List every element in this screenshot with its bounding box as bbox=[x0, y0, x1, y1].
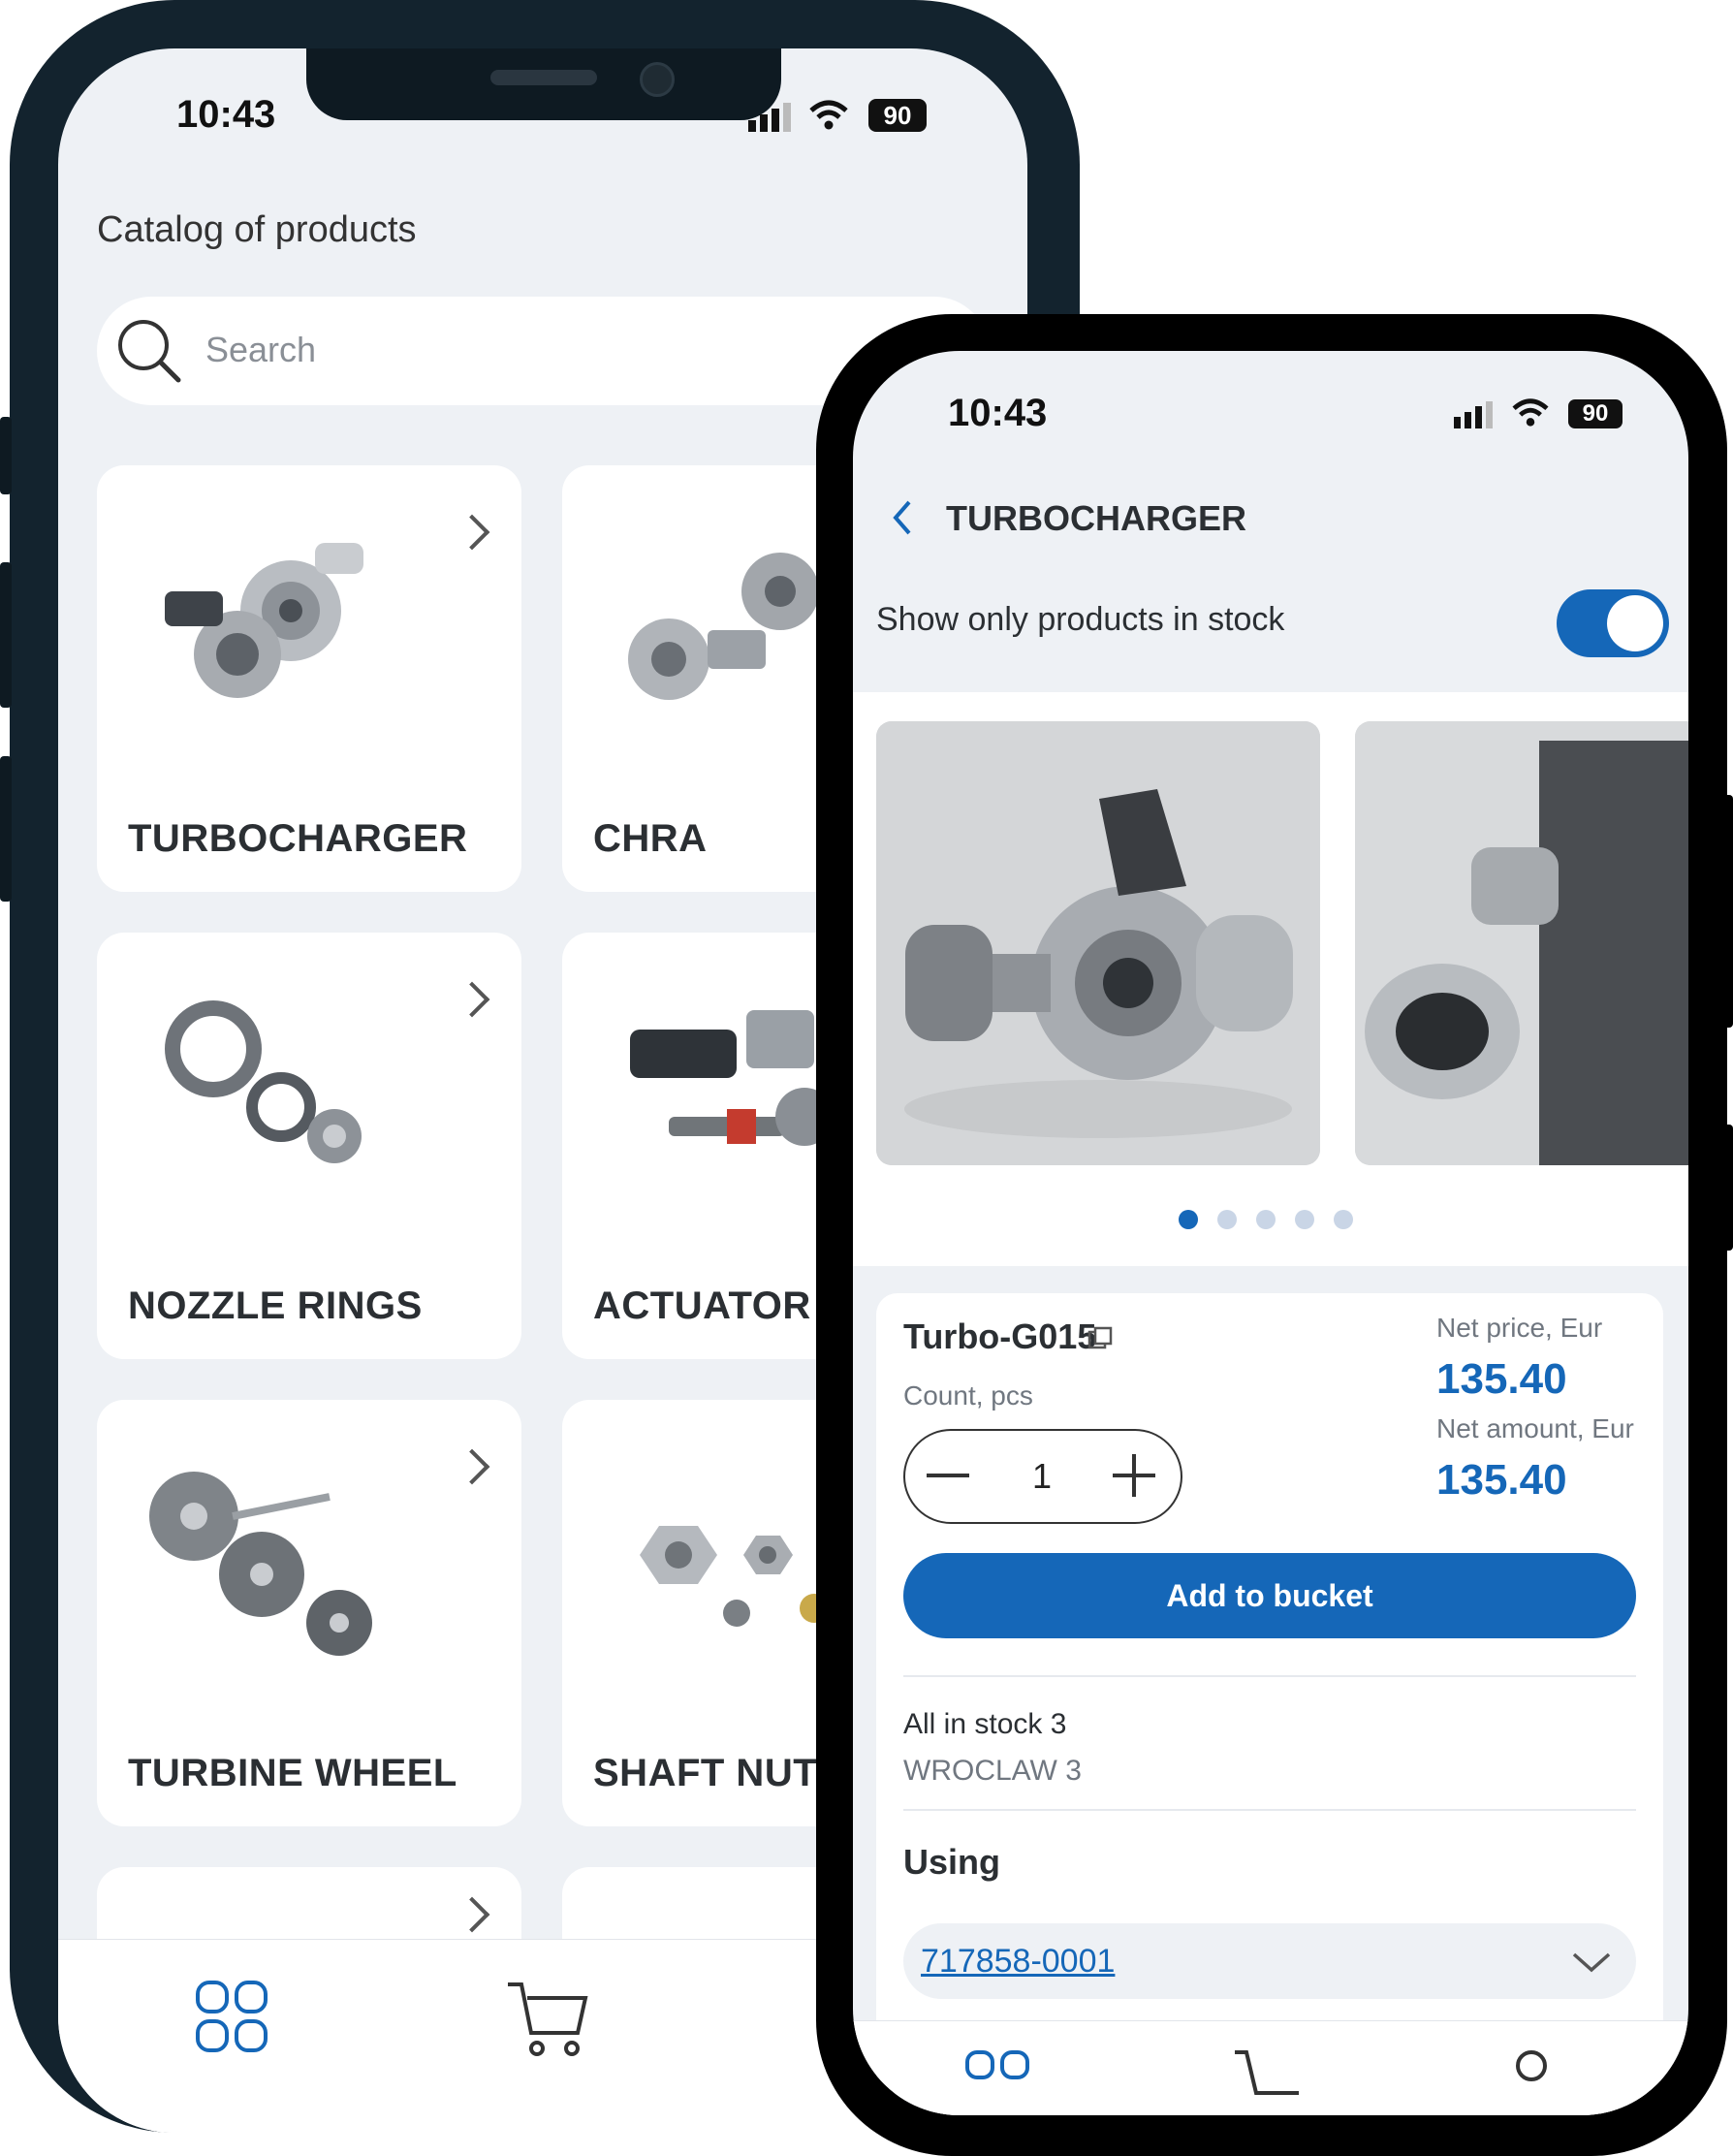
product-gallery bbox=[853, 692, 1688, 1266]
category-label: NOZZLE RINGS bbox=[128, 1284, 423, 1327]
minus-icon[interactable] bbox=[927, 1474, 969, 1477]
stock-total: All in stock 3 bbox=[903, 1708, 1067, 1740]
cart-icon[interactable] bbox=[504, 1975, 591, 2062]
product-screen: 10:43 90 TURBOCHARGER Show only products… bbox=[853, 351, 1688, 2115]
phone-side-button bbox=[1721, 795, 1733, 1028]
battery-icon: 90 bbox=[1568, 399, 1623, 428]
carousel-dot[interactable] bbox=[1217, 1210, 1237, 1229]
net-price-label: Net price, Eur bbox=[1436, 1313, 1603, 1343]
category-label: TURBOCHARGER bbox=[128, 817, 468, 860]
phone-side-button bbox=[0, 417, 12, 494]
phone-side-button bbox=[1721, 1125, 1733, 1251]
status-time: 10:43 bbox=[948, 392, 1048, 434]
stock-filter-toggle[interactable] bbox=[1557, 589, 1669, 657]
category-label: SHAFT NUT bbox=[593, 1752, 818, 1794]
carousel-dot[interactable] bbox=[1295, 1210, 1314, 1229]
quantity-stepper: 1 bbox=[903, 1429, 1182, 1524]
product-image[interactable] bbox=[876, 721, 1320, 1165]
carousel-dot[interactable] bbox=[1256, 1210, 1276, 1229]
using-item-link[interactable]: 717858-0001 bbox=[921, 1943, 1115, 1981]
category-label: TURBINE WHEEL bbox=[128, 1752, 457, 1794]
wifi-icon bbox=[809, 99, 848, 132]
chevron-right-icon bbox=[454, 981, 490, 1018]
search-icon bbox=[114, 316, 184, 386]
product-image[interactable] bbox=[1355, 721, 1688, 1165]
category-label: CHRA bbox=[593, 817, 708, 860]
notch bbox=[306, 48, 781, 120]
turbocharger-image bbox=[145, 523, 378, 717]
battery-icon: 90 bbox=[868, 99, 927, 132]
phone-side-button bbox=[0, 562, 12, 708]
quantity-value[interactable]: 1 bbox=[1027, 1456, 1056, 1497]
add-to-bucket-button[interactable]: Add to bucket bbox=[903, 1553, 1636, 1638]
nozzle-rings-image bbox=[155, 1000, 388, 1194]
profile-icon[interactable] bbox=[1512, 2046, 1551, 2085]
grid-icon[interactable] bbox=[963, 2048, 1031, 2115]
phone-side-button bbox=[0, 756, 12, 902]
category-card-turbocharger[interactable]: TURBOCHARGER bbox=[97, 465, 521, 892]
using-item[interactable]: 717858-0001 bbox=[903, 1923, 1636, 1999]
screen-title: TURBOCHARGER bbox=[946, 498, 1246, 538]
chevron-right-icon bbox=[454, 1448, 490, 1485]
chevron-right-icon bbox=[454, 514, 490, 551]
chevron-right-icon bbox=[454, 1896, 490, 1933]
category-card-nozzle-rings[interactable]: NOZZLE RINGS bbox=[97, 933, 521, 1359]
grid-icon[interactable] bbox=[194, 1979, 271, 2056]
wifi-icon bbox=[1512, 397, 1549, 428]
status-time: 10:43 bbox=[176, 93, 276, 136]
cart-icon[interactable] bbox=[1231, 2045, 1308, 2103]
search-input[interactable]: Search bbox=[205, 330, 316, 370]
net-amount-value: 135.40 bbox=[1436, 1456, 1567, 1504]
signal-icon bbox=[1454, 401, 1497, 428]
stock-filter-label: Show only products in stock bbox=[876, 601, 1285, 638]
using-title: Using bbox=[903, 1842, 1001, 1882]
carousel-dot[interactable] bbox=[1179, 1210, 1198, 1229]
net-amount-label: Net amount, Eur bbox=[1436, 1413, 1634, 1443]
stock-location: WROCLAW 3 bbox=[903, 1755, 1082, 1787]
page-title: Catalog of products bbox=[97, 209, 417, 250]
copy-icon[interactable] bbox=[1087, 1326, 1113, 1351]
chevron-left-icon[interactable] bbox=[888, 498, 917, 537]
plus-icon[interactable] bbox=[1113, 1454, 1155, 1497]
tab-bar bbox=[853, 2020, 1688, 2115]
divider bbox=[903, 1809, 1636, 1811]
toggle-knob bbox=[1607, 595, 1663, 651]
chevron-down-icon bbox=[1572, 1950, 1611, 1974]
net-price-value: 135.40 bbox=[1436, 1355, 1567, 1403]
count-label: Count, pcs bbox=[903, 1380, 1033, 1411]
carousel-dot[interactable] bbox=[1334, 1210, 1353, 1229]
divider bbox=[903, 1675, 1636, 1677]
signal-icon bbox=[748, 103, 795, 132]
turbine-wheel-image bbox=[136, 1458, 388, 1662]
product-name: Turbo-G015 bbox=[903, 1316, 1097, 1356]
chra-image bbox=[611, 523, 843, 717]
product-panel: Turbo-G015 Count, pcs Net price, Eur 135… bbox=[876, 1293, 1663, 2115]
category-label: ACTUATOR bbox=[593, 1284, 811, 1327]
category-card-turbine-wheel[interactable]: TURBINE WHEEL bbox=[97, 1400, 521, 1826]
actuator-image bbox=[611, 991, 843, 1185]
